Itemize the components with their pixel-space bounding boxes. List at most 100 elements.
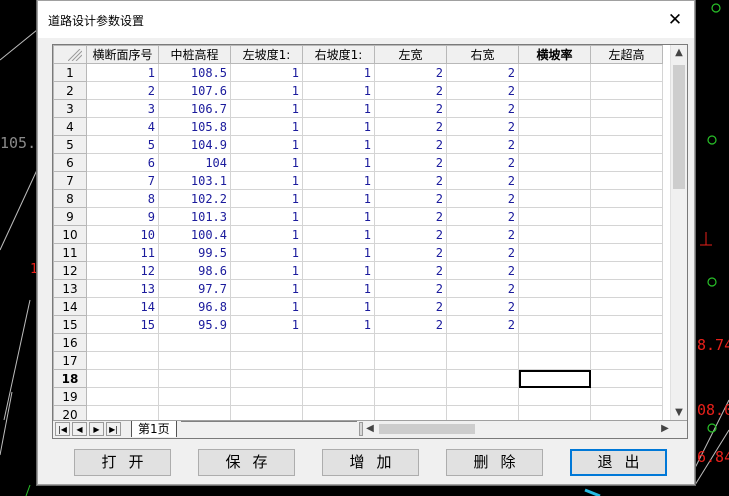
- grid-cell[interactable]: [302, 369, 375, 388]
- grid-cell[interactable]: [446, 387, 519, 406]
- column-header[interactable]: 横断面序号: [86, 45, 159, 64]
- grid-cell[interactable]: [590, 261, 663, 280]
- grid-cell[interactable]: [590, 189, 663, 208]
- grid-cell[interactable]: 106.7: [158, 99, 231, 118]
- grid-cell[interactable]: 4: [86, 117, 159, 136]
- grid-cell[interactable]: [518, 99, 591, 118]
- row-header[interactable]: 2: [53, 81, 87, 100]
- grid-cell[interactable]: 100.4: [158, 225, 231, 244]
- grid-cell[interactable]: 15: [86, 315, 159, 334]
- row-header[interactable]: 5: [53, 135, 87, 154]
- grid-cell[interactable]: 2: [374, 189, 447, 208]
- grid-cell[interactable]: 1: [230, 117, 303, 136]
- prev-sheet-icon[interactable]: ◀: [72, 422, 87, 436]
- delete-button[interactable]: 删除: [446, 449, 543, 476]
- grid-cell[interactable]: 1: [302, 189, 375, 208]
- grid-cell[interactable]: 2: [446, 279, 519, 298]
- grid-cell[interactable]: [158, 351, 231, 370]
- column-header[interactable]: 右坡度1:: [302, 45, 375, 64]
- grid-cell[interactable]: 2: [374, 99, 447, 118]
- grid-cell[interactable]: [518, 351, 591, 370]
- grid-cell[interactable]: [302, 351, 375, 370]
- grid-cell[interactable]: 1: [230, 225, 303, 244]
- grid-cell[interactable]: 1: [302, 153, 375, 172]
- row-header[interactable]: 9: [53, 207, 87, 226]
- grid-cell[interactable]: 1: [230, 189, 303, 208]
- grid-cell[interactable]: 1: [230, 315, 303, 334]
- row-header[interactable]: 11: [53, 243, 87, 262]
- row-header[interactable]: 14: [53, 297, 87, 316]
- grid-cell[interactable]: [446, 351, 519, 370]
- column-header[interactable]: 中桩高程: [158, 45, 231, 64]
- grid-cell[interactable]: [590, 135, 663, 154]
- grid-cell[interactable]: 103.1: [158, 171, 231, 190]
- grid-cell[interactable]: [518, 279, 591, 298]
- grid-cell[interactable]: [230, 369, 303, 388]
- grid-cell[interactable]: [590, 315, 663, 334]
- grid-cell[interactable]: 9: [86, 207, 159, 226]
- grid-cell[interactable]: 97.7: [158, 279, 231, 298]
- grid-cell[interactable]: [590, 207, 663, 226]
- scroll-left-icon[interactable]: ◀: [363, 421, 377, 437]
- column-header[interactable]: 左超高: [590, 45, 663, 64]
- grid-cell[interactable]: [518, 207, 591, 226]
- grid-cell[interactable]: 1: [302, 243, 375, 262]
- row-header[interactable]: 19: [53, 387, 87, 406]
- grid-cell[interactable]: [86, 351, 159, 370]
- grid-cell[interactable]: 1: [230, 261, 303, 280]
- grid-cell[interactable]: 1: [230, 135, 303, 154]
- grid-cell[interactable]: 14: [86, 297, 159, 316]
- grid-cell[interactable]: [590, 279, 663, 298]
- grid-cell[interactable]: 2: [446, 297, 519, 316]
- grid-cell[interactable]: 1: [302, 99, 375, 118]
- vertical-scrollbar[interactable]: ▲ ▼: [670, 45, 687, 421]
- grid-cell[interactable]: [590, 171, 663, 190]
- grid-cell[interactable]: 1: [302, 297, 375, 316]
- grid-cell[interactable]: [518, 171, 591, 190]
- grid-cell[interactable]: [86, 369, 159, 388]
- row-header[interactable]: 16: [53, 333, 87, 352]
- grid-cell[interactable]: 6: [86, 153, 159, 172]
- grid-cell[interactable]: 1: [230, 81, 303, 100]
- grid-cell[interactable]: 1: [230, 63, 303, 82]
- grid-cell[interactable]: 104: [158, 153, 231, 172]
- grid-cell[interactable]: [518, 225, 591, 244]
- add-button[interactable]: 增加: [322, 449, 419, 476]
- row-header[interactable]: 10: [53, 225, 87, 244]
- dialog-titlebar[interactable]: 道路设计参数设置 ✕: [38, 1, 694, 38]
- grid-cell[interactable]: [518, 189, 591, 208]
- grid-cell[interactable]: 2: [446, 207, 519, 226]
- grid-cell[interactable]: [518, 297, 591, 316]
- grid-cell[interactable]: [86, 333, 159, 352]
- grid-cell[interactable]: 8: [86, 189, 159, 208]
- grid-cell[interactable]: 105.8: [158, 117, 231, 136]
- row-header[interactable]: 7: [53, 171, 87, 190]
- grid-cell[interactable]: 2: [446, 225, 519, 244]
- grid-cell[interactable]: 2: [446, 243, 519, 262]
- horizontal-scrollbar[interactable]: ◀ ▶: [363, 421, 672, 437]
- vertical-scroll-thumb[interactable]: [673, 65, 685, 189]
- grid-cell[interactable]: 7: [86, 171, 159, 190]
- grid-cell[interactable]: [518, 81, 591, 100]
- column-header[interactable]: 横坡率: [518, 45, 591, 64]
- grid-cell[interactable]: 2: [446, 135, 519, 154]
- grid-cell[interactable]: [590, 243, 663, 262]
- grid-cell[interactable]: 2: [374, 135, 447, 154]
- row-header[interactable]: 17: [53, 351, 87, 370]
- row-header[interactable]: 15: [53, 315, 87, 334]
- grid-cell[interactable]: 2: [374, 297, 447, 316]
- grid-cell[interactable]: 1: [230, 243, 303, 262]
- grid-cell[interactable]: 1: [302, 117, 375, 136]
- grid-cell[interactable]: [374, 387, 447, 406]
- grid-cell[interactable]: [590, 225, 663, 244]
- grid-cell[interactable]: [302, 387, 375, 406]
- grid-cell[interactable]: [518, 243, 591, 262]
- first-sheet-icon[interactable]: |◀: [55, 422, 70, 436]
- scroll-right-icon[interactable]: ▶: [658, 421, 672, 437]
- grid-cell[interactable]: 107.6: [158, 81, 231, 100]
- grid-cell[interactable]: [518, 315, 591, 334]
- grid-cell[interactable]: 2: [374, 171, 447, 190]
- selected-cell[interactable]: [518, 369, 591, 388]
- next-sheet-icon[interactable]: ▶: [89, 422, 104, 436]
- grid-cell[interactable]: 1: [302, 225, 375, 244]
